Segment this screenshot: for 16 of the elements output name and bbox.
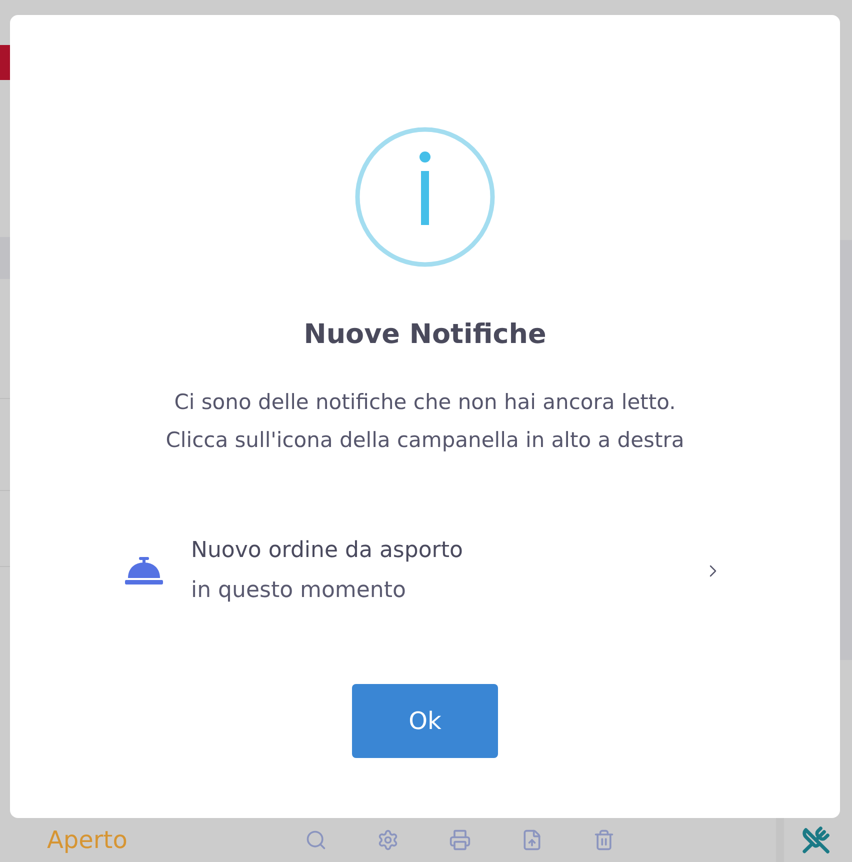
crossed-utensils-icon[interactable]: [802, 826, 830, 854]
dialog-title: Nuove Notifiche: [304, 318, 546, 352]
ribbon-marker: [0, 45, 10, 80]
status-label: Aperto: [47, 825, 128, 855]
search-icon[interactable]: [305, 829, 328, 851]
dialog-message: Clicca sull'icona della campanella in alto a destra: [166, 427, 684, 454]
settings-icon[interactable]: [377, 829, 400, 851]
info-icon: [355, 127, 495, 267]
file-upload-icon[interactable]: [521, 829, 544, 851]
trash-icon[interactable]: [593, 829, 616, 851]
printer-icon[interactable]: [449, 829, 472, 851]
service-bell-icon: [125, 557, 163, 585]
notification-title[interactable]: Nuovo ordine da asporto: [191, 531, 463, 571]
ok-button[interactable]: Ok: [352, 684, 498, 758]
notification-time: in questo momento: [191, 577, 406, 605]
dialog-message: Ci sono delle notifiche che non hai ancora letto.: [174, 389, 676, 416]
